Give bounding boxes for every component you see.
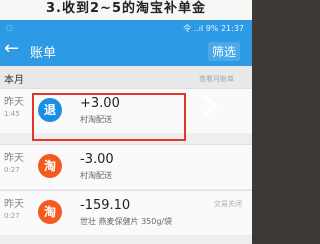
filter-button[interactable]: 筛选 (207, 42, 240, 61)
phone-screen: ◌ 令 ..ıl 9% 21:37 ← 账单 筛选 本月 查看月账单 昨天 1:… (0, 20, 252, 244)
transaction-time: 0:27 (4, 212, 20, 220)
month-header: 本月 查看月账单 (0, 66, 252, 88)
transaction-date: 昨天 (4, 97, 24, 108)
transaction-time: 0:27 (4, 166, 20, 174)
transaction-date: 昨天 (4, 153, 24, 164)
transaction-row[interactable]: 昨天 0:27 淘 -3.00 村淘配送 (0, 144, 252, 189)
title-bar: ← 账单 筛选 (0, 34, 252, 66)
caption-text: 3.收到2~5的淘宝补单金 (0, 0, 252, 20)
transaction-date: 昨天 (4, 199, 24, 210)
taobao-icon: 淘 (38, 154, 62, 178)
monthly-bill-link[interactable]: 查看月账单 (199, 74, 234, 84)
transaction-status: 交易关闭 (214, 200, 242, 208)
taobao-icon: 淘 (38, 200, 62, 224)
back-arrow-icon[interactable]: ← (4, 39, 24, 59)
transaction-amount: -3.00 (80, 152, 114, 167)
transaction-description: 村淘配送 (80, 171, 112, 180)
transaction-description: 世壮 燕麦保健片 350g/袋 (80, 217, 173, 226)
page-title: 账单 (30, 46, 57, 61)
transaction-row[interactable]: 昨天 0:27 淘 -159.10 世壮 燕麦保健片 350g/袋 交易关闭 (0, 190, 252, 235)
status-info: 令 ..ıl 9% 21:37 (183, 24, 244, 33)
chevron-right-icon (203, 95, 218, 117)
month-label: 本月 (4, 75, 24, 86)
notification-icon: ◌ (6, 23, 13, 32)
transaction-time: 1:45 (4, 110, 20, 118)
transaction-amount: -159.10 (80, 198, 131, 213)
highlight-box (32, 93, 186, 141)
status-bar: ◌ 令 ..ıl 9% 21:37 (0, 20, 252, 34)
